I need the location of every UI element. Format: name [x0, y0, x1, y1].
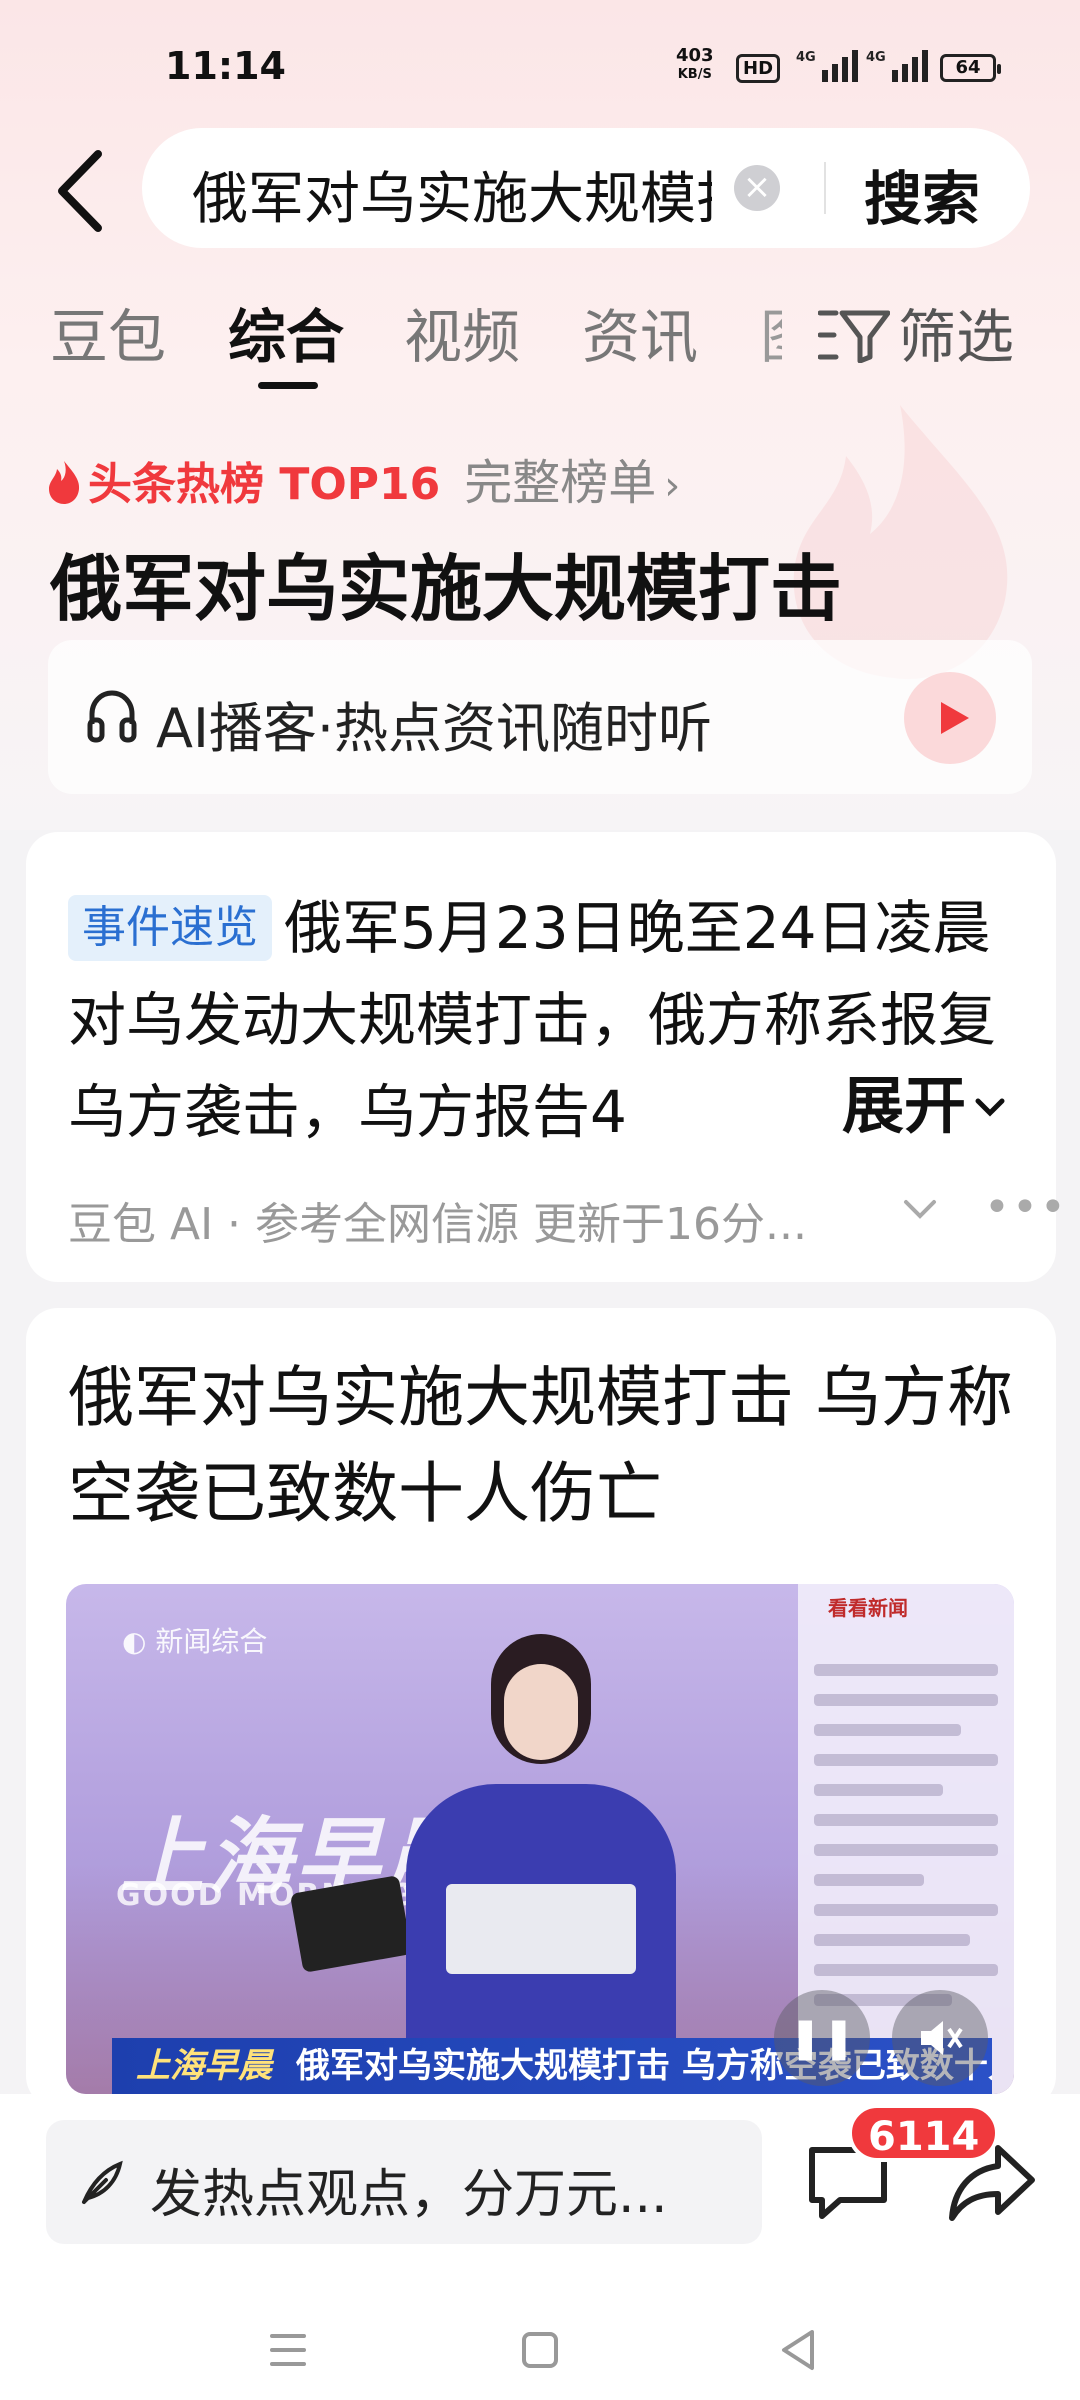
news-anchor	[396, 1634, 686, 2094]
anchor-face	[504, 1664, 578, 1760]
channel-logo: ◐ 新闻综合	[122, 1625, 268, 1658]
event-summary-badge: 事件速览	[68, 895, 272, 961]
status-bar: 11:14 403 KB/S HD 4G 4G 64	[0, 0, 1080, 130]
tab-news[interactable]: 资讯	[582, 290, 698, 374]
news-card[interactable]: 俄军对乌实施大规模打击 乌方称空袭已致数十人伤亡 ◐ 新闻综合 上海早晨 GOO…	[26, 1308, 1056, 2108]
summary-source: 豆包 AI · 参考全网信源 更新于16分...	[68, 1199, 807, 1250]
network-speed-unit: KB/S	[677, 67, 712, 82]
podcast-label: AI播客·热点资讯随时听	[156, 697, 713, 760]
filter-button[interactable]: 筛选	[817, 290, 1015, 374]
signal1-label: 4G	[796, 50, 816, 65]
hot-list-row[interactable]: 头条热榜 TOP16 完整榜单 ›	[46, 443, 680, 511]
signal2-label: 4G	[866, 50, 886, 65]
laptop-prop	[446, 1884, 636, 1974]
network-speed: 403 KB/S	[676, 46, 714, 84]
news-headline[interactable]: 俄军对乌实施大规模打击 乌方称空袭已致数十人伤亡	[68, 1350, 1028, 1542]
tab-bar: 豆包 综合 视频 资讯 图 筛选	[0, 290, 1080, 400]
chevron-right-icon: ›	[664, 463, 681, 509]
expand-button[interactable]: 展开	[796, 1060, 1036, 1152]
mute-icon[interactable]	[892, 1990, 988, 2086]
network-speed-value: 403	[676, 45, 714, 66]
home-icon[interactable]	[510, 2320, 570, 2380]
back-arrow-icon[interactable]	[50, 146, 110, 236]
tab-clipped[interactable]: 图	[760, 290, 782, 374]
active-tab-indicator	[258, 382, 318, 389]
back-icon[interactable]	[768, 2320, 828, 2380]
pause-icon[interactable]: ❚❚	[774, 1990, 870, 2086]
search-divider	[824, 162, 826, 214]
status-time: 11:14	[165, 44, 286, 88]
filter-icon	[817, 310, 891, 364]
event-summary-card[interactable]: 事件速览 俄军5月23日晚至24日凌晨对乌发动大规模打击，俄方称系报复乌方袭击，乌…	[26, 832, 1066, 1282]
signal-icon: 4G	[796, 48, 860, 88]
pen-icon	[82, 2160, 123, 2204]
tab-doubao[interactable]: 豆包	[50, 290, 166, 374]
channel-name: 新闻综合	[155, 1625, 268, 1658]
ticker-text: 俄军对乌实施大规模打击 乌方称空袭已致数十人伤亡	[296, 2046, 992, 2086]
tab-video[interactable]: 视频	[404, 290, 520, 374]
fire-icon	[46, 459, 82, 509]
topic-title: 俄军对乌实施大规模打击	[50, 547, 843, 631]
tab-general[interactable]: 综合	[228, 290, 344, 374]
search-input[interactable]: 俄军对乌实施大规模打击	[192, 154, 712, 235]
hd-voice-icon: HD	[736, 54, 781, 83]
side-panel-comments	[814, 1664, 998, 2024]
search-button[interactable]: 搜索	[864, 152, 980, 236]
filter-label: 筛选	[898, 303, 1015, 371]
search-box[interactable]: 俄军对乌实施大规模打击 × 搜索	[142, 128, 1030, 248]
ticker-brand: 上海早晨	[136, 2046, 272, 2086]
play-icon[interactable]	[904, 672, 996, 764]
comment-input[interactable]: 发热点观点，分万元...	[46, 2120, 762, 2244]
full-list-link[interactable]: 完整榜单 ›	[464, 455, 680, 511]
full-list-label: 完整榜单	[464, 455, 657, 511]
share-icon[interactable]	[944, 2134, 1040, 2230]
battery-icon: 64	[940, 54, 1001, 82]
menu-icon[interactable]	[258, 2320, 318, 2380]
system-nav-bar	[0, 2300, 1080, 2400]
signal-icon-2: 4G	[866, 48, 930, 88]
side-panel-title: 看看新闻	[828, 1596, 908, 1620]
chevron-down-icon	[975, 1098, 1005, 1117]
comment-placeholder: 发热点观点，分万元...	[150, 2165, 668, 2225]
headphones-icon	[87, 690, 137, 743]
video-player[interactable]: ◐ 新闻综合 上海早晨 GOOD MORNING SHANGHAI 看看新闻 上…	[66, 1584, 1014, 2094]
chevron-down-icon[interactable]	[900, 1188, 940, 1234]
more-options-icon[interactable]: •••	[984, 1182, 1068, 1233]
hot-list-label: 头条热榜 TOP16	[88, 459, 441, 510]
expand-label: 展开	[842, 1069, 967, 1142]
clear-icon[interactable]: ×	[734, 165, 780, 211]
ai-podcast-bar[interactable]: AI播客·热点资讯随时听	[48, 640, 1032, 794]
